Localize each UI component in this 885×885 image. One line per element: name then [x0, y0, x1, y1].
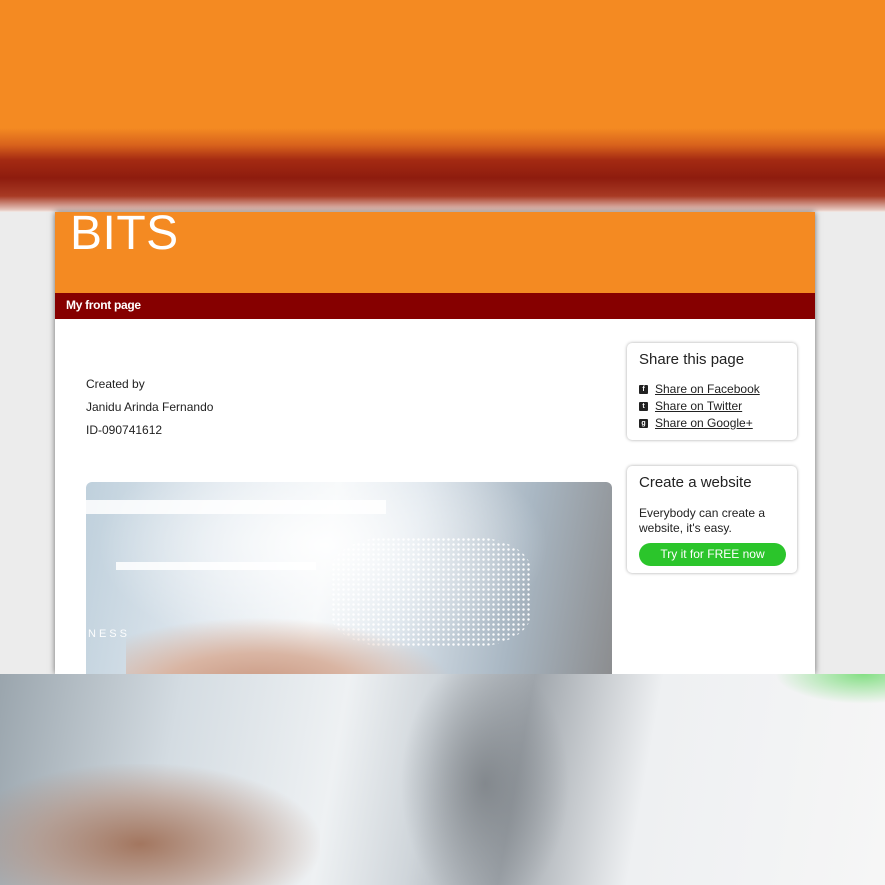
share-facebook-link[interactable]: f Share on Facebook: [639, 382, 760, 396]
site-title[interactable]: BITS: [70, 212, 179, 264]
top-banner-blur: [0, 0, 885, 212]
google-plus-icon: g: [639, 418, 648, 428]
share-widget-title: Share this page: [639, 351, 745, 368]
blurred-shadow: [400, 674, 570, 885]
hand-photo: [126, 617, 456, 674]
author-id: ID-090741612: [86, 423, 163, 437]
intro-text: Created by Janidu Arinda Fernando ID-090…: [86, 373, 386, 442]
share-twitter-label[interactable]: Share on Twitter: [655, 399, 742, 413]
twitter-icon: t: [639, 401, 648, 411]
hero-light-stroke: [116, 562, 316, 570]
nav-item-front-page[interactable]: My front page: [66, 298, 141, 312]
hero-light-stroke: [86, 500, 386, 514]
try-free-button[interactable]: Try it for FREE now: [639, 543, 786, 566]
hero-overlay-text: NESS: [88, 628, 130, 640]
create-widget-description: Everybody can create a website, it's eas…: [639, 506, 766, 535]
site-header: BITS: [55, 212, 815, 293]
bottom-banner-blur: [0, 674, 885, 885]
share-twitter-link[interactable]: t Share on Twitter: [639, 399, 742, 413]
created-by-label: Created by: [86, 377, 145, 391]
hero-image: NESS: [86, 482, 612, 674]
page-card: BITS My front page Created by Janidu Ari…: [55, 212, 815, 674]
create-website-widget: Create a website Everybody can create a …: [627, 466, 797, 573]
share-google-plus-link[interactable]: g Share on Google+: [639, 416, 753, 430]
author-name: Janidu Arinda Fernando: [86, 400, 214, 414]
blurred-green-accent: [775, 674, 885, 704]
facebook-icon: f: [639, 384, 648, 394]
nav-bar: My front page: [55, 293, 815, 319]
blurred-hand: [0, 764, 320, 885]
share-google-plus-label[interactable]: Share on Google+: [655, 416, 753, 430]
share-facebook-label[interactable]: Share on Facebook: [655, 382, 760, 396]
create-widget-title: Create a website: [639, 474, 752, 491]
share-widget: Share this page f Share on Facebook t Sh…: [627, 343, 797, 440]
